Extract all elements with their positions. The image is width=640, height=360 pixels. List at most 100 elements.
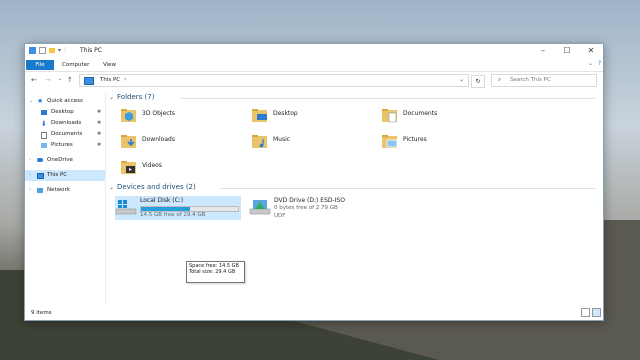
navigation-pane: ⌄ ★ Quick access Desktop ✱ ⬇ Downloads ✱… [25, 92, 106, 304]
cloud-icon [37, 158, 43, 162]
dvd-drive-icon [249, 200, 271, 215]
drive-free-text: 14.5 GB free of 29.4 GB [140, 212, 206, 218]
sidebar-item-label: Downloads [51, 120, 82, 126]
title-bar: ▾ | This PC – ☐ ✕ [25, 44, 603, 58]
quick-access-toolbar: ▾ | [29, 47, 66, 54]
folder-3d-objects[interactable]: 3D Objects [120, 106, 240, 128]
expand-icon[interactable]: › [29, 155, 31, 166]
chevron-down-icon: ⌄ [109, 94, 115, 101]
drive-tooltip: Space free: 14.5 GB Total size: 29.4 GB [186, 261, 245, 283]
sidebar-item-downloads[interactable]: ⬇ Downloads ✱ [25, 118, 105, 129]
sidebar-item-label: Network [47, 187, 70, 193]
drive-usage-fill [141, 207, 191, 211]
properties-icon[interactable] [39, 47, 46, 54]
address-box[interactable]: This PC › ⌄ [79, 74, 469, 87]
folder-pictures[interactable]: Pictures [381, 132, 501, 154]
folder-videos[interactable]: Videos [120, 158, 240, 180]
folder-desktop-icon [252, 109, 267, 122]
up-button[interactable]: ↑ [67, 76, 73, 84]
folder-downloads-icon [121, 135, 136, 148]
folder-videos-icon [121, 161, 136, 174]
explorer-window: ▾ | This PC – ☐ ✕ File Computer View ⌄ ?… [24, 43, 604, 321]
chevron-down-icon: ⌄ [109, 184, 115, 191]
pin-icon: ✱ [97, 131, 102, 137]
drive-name: DVD Drive (D:) ESD-ISO [274, 197, 345, 204]
sidebar-item-label: This PC [47, 172, 68, 178]
ribbon: File Computer View ⌄ ? [25, 58, 603, 72]
folder-downloads[interactable]: Downloads [120, 132, 240, 154]
content-pane: ⌄ Folders (7) 3D Objects Desktop Document… [109, 92, 599, 304]
status-item-count: 9 items [31, 310, 52, 316]
tooltip-total-size: Total size: 29.4 GB [189, 269, 236, 275]
tab-computer[interactable]: Computer [57, 60, 94, 70]
computer-icon [37, 173, 44, 179]
customize-toolbar-icon[interactable]: ▾ [58, 47, 61, 54]
folders-group-header[interactable]: ⌄ Folders (7) [109, 93, 597, 101]
folder-pictures-icon [382, 135, 398, 148]
search-input[interactable]: ⌕ Search This PC [491, 74, 597, 87]
network-icon [37, 188, 43, 193]
computer-icon [84, 77, 94, 85]
sidebar-item-label: Desktop [51, 109, 74, 115]
sidebar-item-label: Pictures [51, 142, 73, 148]
folder-documents[interactable]: Documents [381, 106, 501, 128]
computer-icon [29, 47, 36, 54]
sidebar-item-quick-access[interactable]: ⌄ ★ Quick access [25, 96, 105, 107]
recent-locations-icon[interactable]: ⌄ [58, 76, 62, 82]
pin-icon: ✱ [97, 142, 102, 148]
address-history-icon[interactable]: ⌄ [459, 76, 464, 83]
expand-ribbon-icon[interactable]: ⌄ [588, 60, 593, 67]
desktop-icon [41, 110, 47, 115]
documents-icon [41, 132, 47, 139]
devices-group-header[interactable]: ⌄ Devices and drives (2) [109, 183, 597, 191]
sidebar-item-this-pc[interactable]: › This PC [25, 170, 105, 181]
folder-desktop[interactable]: Desktop [251, 106, 371, 128]
tab-view[interactable]: View [98, 60, 121, 70]
pin-icon: ✱ [97, 109, 102, 115]
search-placeholder: Search This PC [510, 77, 551, 83]
expand-icon[interactable]: › [29, 170, 31, 181]
search-icon: ⌕ [498, 76, 502, 83]
hard-drive-icon [115, 200, 137, 215]
address-bar-row: ← → ⌄ ↑ This PC › ⌄ ↻ ⌕ Search This PC [25, 72, 603, 88]
drive-name: Local Disk (C:) [140, 197, 184, 204]
breadcrumb-separator[interactable]: › [124, 76, 126, 83]
folder-music[interactable]: Music [251, 132, 371, 154]
maximize-button[interactable]: ☐ [555, 46, 579, 55]
download-icon: ⬇ [41, 120, 47, 128]
sidebar-item-label: Documents [51, 131, 83, 137]
sidebar-item-documents[interactable]: Documents ✱ [25, 129, 105, 140]
window-title: This PC [80, 47, 102, 54]
forward-button[interactable]: → [45, 76, 51, 84]
sidebar-item-onedrive[interactable]: › OneDrive [25, 155, 105, 166]
sidebar-item-pictures[interactable]: Pictures ✱ [25, 140, 105, 151]
tab-file[interactable]: File [26, 60, 54, 70]
folder-music-icon [252, 135, 267, 148]
star-icon: ★ [37, 97, 44, 105]
new-folder-icon[interactable] [49, 48, 55, 53]
help-icon[interactable]: ? [598, 60, 601, 67]
breadcrumb-this-pc[interactable]: This PC [100, 77, 120, 83]
pictures-icon [41, 143, 47, 148]
pin-icon: ✱ [97, 120, 102, 126]
large-icons-view-button[interactable] [592, 308, 601, 317]
back-button[interactable]: ← [31, 76, 37, 84]
sidebar-item-desktop[interactable]: Desktop ✱ [25, 107, 105, 118]
minimize-button[interactable]: – [531, 46, 555, 55]
folder-documents-icon [382, 109, 397, 123]
details-view-button[interactable] [581, 308, 590, 317]
drive-dvd-d[interactable]: DVD Drive (D:) ESD-ISO 0 bytes free of 2… [249, 196, 379, 222]
toolbar-divider: | [64, 47, 67, 54]
refresh-button[interactable]: ↻ [471, 75, 485, 88]
expand-icon[interactable]: › [29, 185, 31, 196]
group-divider [181, 98, 595, 99]
close-button[interactable]: ✕ [579, 46, 603, 55]
group-divider [221, 188, 595, 189]
sidebar-item-network[interactable]: › Network [25, 185, 105, 196]
collapse-icon[interactable]: ⌄ [29, 96, 33, 107]
sidebar-item-label: OneDrive [47, 157, 73, 163]
drive-local-disk-c[interactable]: Local Disk (C:) 14.5 GB free of 29.4 GB [115, 196, 241, 220]
folder-3d-objects-icon [121, 109, 136, 122]
sidebar-item-label: Quick access [47, 98, 83, 104]
drive-filesystem: UDF [274, 213, 286, 219]
